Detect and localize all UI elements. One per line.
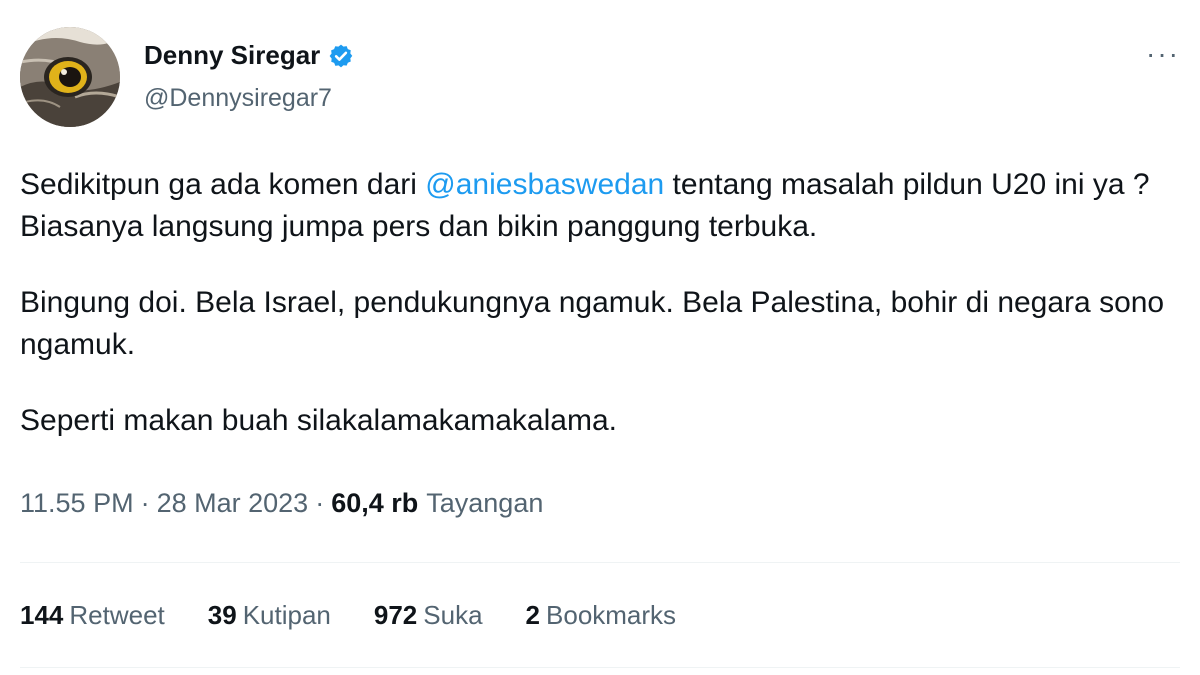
divider	[20, 562, 1180, 563]
bookmark-label: Bookmarks	[546, 600, 677, 630]
engagement-stats: 144 Retweet 39 Kutipan 972 Suka 2 Bookmarks	[20, 600, 676, 631]
retweet-stat[interactable]: 144 Retweet	[20, 600, 165, 631]
avatar[interactable]	[20, 27, 120, 127]
tweet-time[interactable]: 11.55 PM	[20, 488, 134, 519]
retweet-label: Retweet	[69, 600, 165, 630]
quote-label: Kutipan	[242, 600, 331, 630]
more-options-button[interactable]: ···	[1146, 40, 1180, 68]
owl-eye-avatar-image	[20, 27, 120, 127]
views-label: Tayangan	[426, 488, 544, 518]
bookmark-count: 2	[525, 600, 541, 630]
user-handle[interactable]: @Dennysiregar7	[144, 84, 332, 113]
tweet-meta: 11.55 PM · 28 Mar 2023 · 60,4 rb Tayanga…	[20, 488, 543, 519]
bookmark-stat[interactable]: 2 Bookmarks	[526, 600, 677, 631]
quote-count: 39	[207, 600, 237, 630]
views-count: 60,4 rb	[331, 488, 419, 518]
tweet-paragraph-1: Sedikitpun ga ada komen dari @aniesbaswe…	[20, 164, 1190, 248]
tweet-paragraph-2: Bingung doi. Bela Israel, pendukungnya n…	[20, 286, 1165, 361]
retweet-count: 144	[20, 600, 64, 630]
divider	[20, 667, 1180, 668]
display-name[interactable]: Denny Siregar	[144, 40, 320, 71]
tweet-paragraph-3: Seperti makan buah silakalamakamakalama.	[20, 404, 617, 437]
quote-stat[interactable]: 39 Kutipan	[208, 600, 331, 631]
mention-link[interactable]: @aniesbaswedan	[425, 168, 664, 201]
verified-badge-icon	[328, 43, 354, 69]
like-stat[interactable]: 972 Suka	[374, 600, 483, 631]
tweet-text-segment: Sedikitpun ga ada komen dari	[20, 168, 426, 201]
tweet-text: Sedikitpun ga ada komen dari @aniesbaswe…	[20, 164, 1190, 476]
like-label: Suka	[423, 600, 483, 630]
tweet-date[interactable]: 28 Mar 2023	[157, 488, 309, 519]
meta-separator: ·	[140, 488, 150, 518]
like-count: 972	[373, 600, 418, 630]
meta-separator: ·	[315, 488, 325, 518]
